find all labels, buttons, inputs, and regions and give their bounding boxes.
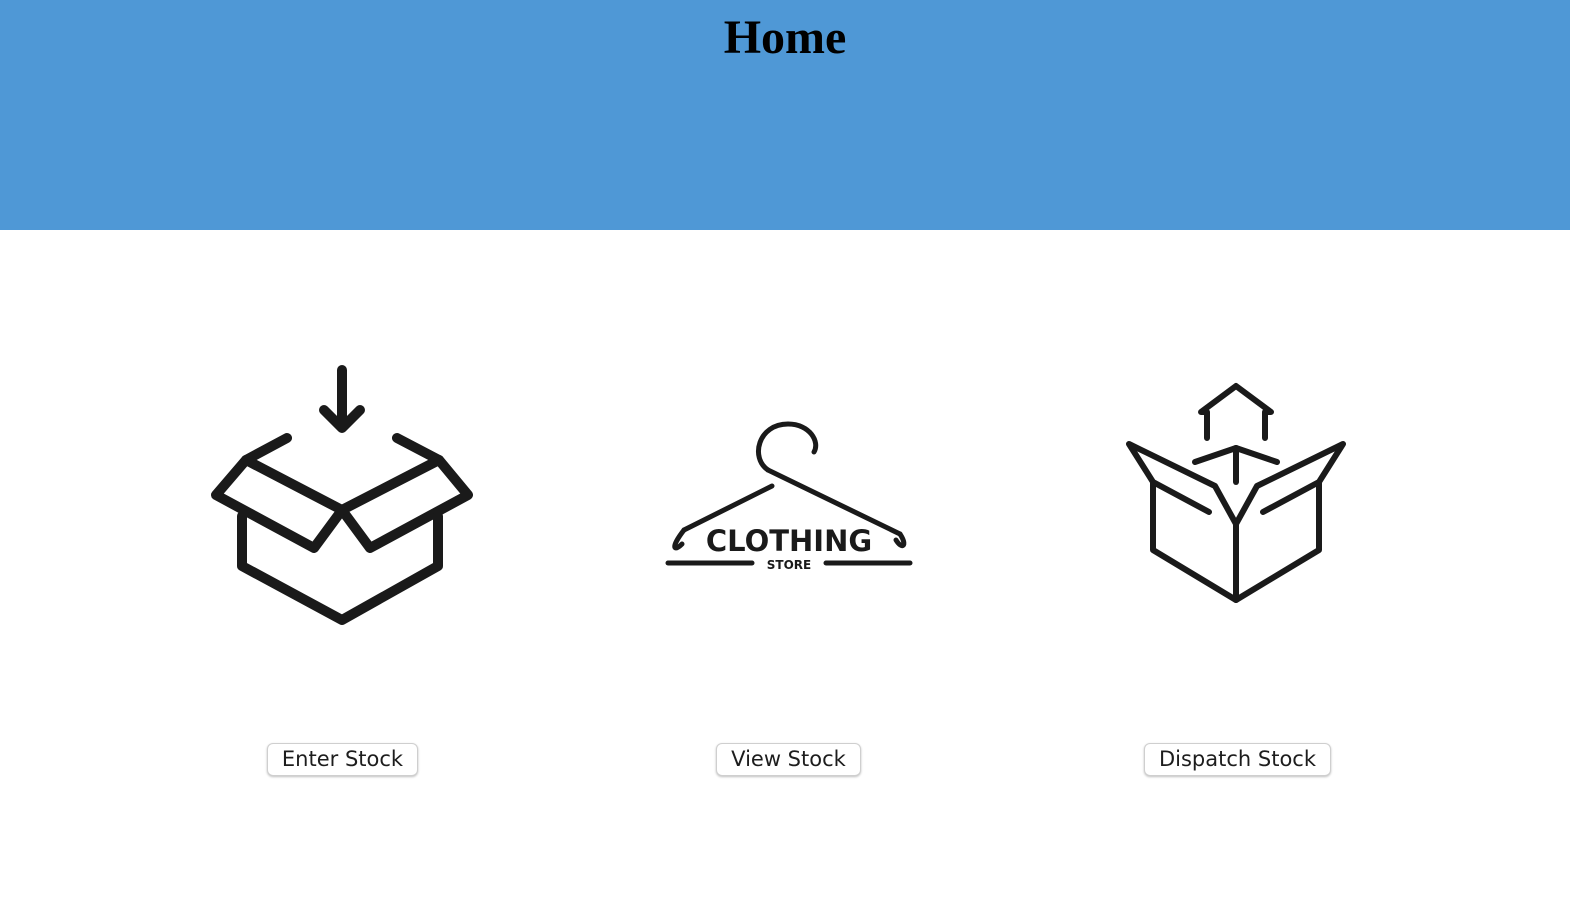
box-out-arrow-icon: [1097, 358, 1377, 638]
box-in-arrow-icon: [202, 358, 482, 638]
logo-text: CLOTHING: [706, 524, 872, 558]
logo-subtext: STORE: [767, 558, 811, 572]
page-title: Home: [723, 11, 847, 64]
clothing-store-logo: CLOTHING STORE: [650, 358, 930, 638]
enter-stock-button[interactable]: Enter Stock: [267, 743, 418, 776]
view-stock-button[interactable]: View Stock: [716, 743, 861, 776]
dispatch-stock-button[interactable]: Dispatch Stock: [1144, 743, 1331, 776]
header-banner: Home: [0, 0, 1570, 230]
